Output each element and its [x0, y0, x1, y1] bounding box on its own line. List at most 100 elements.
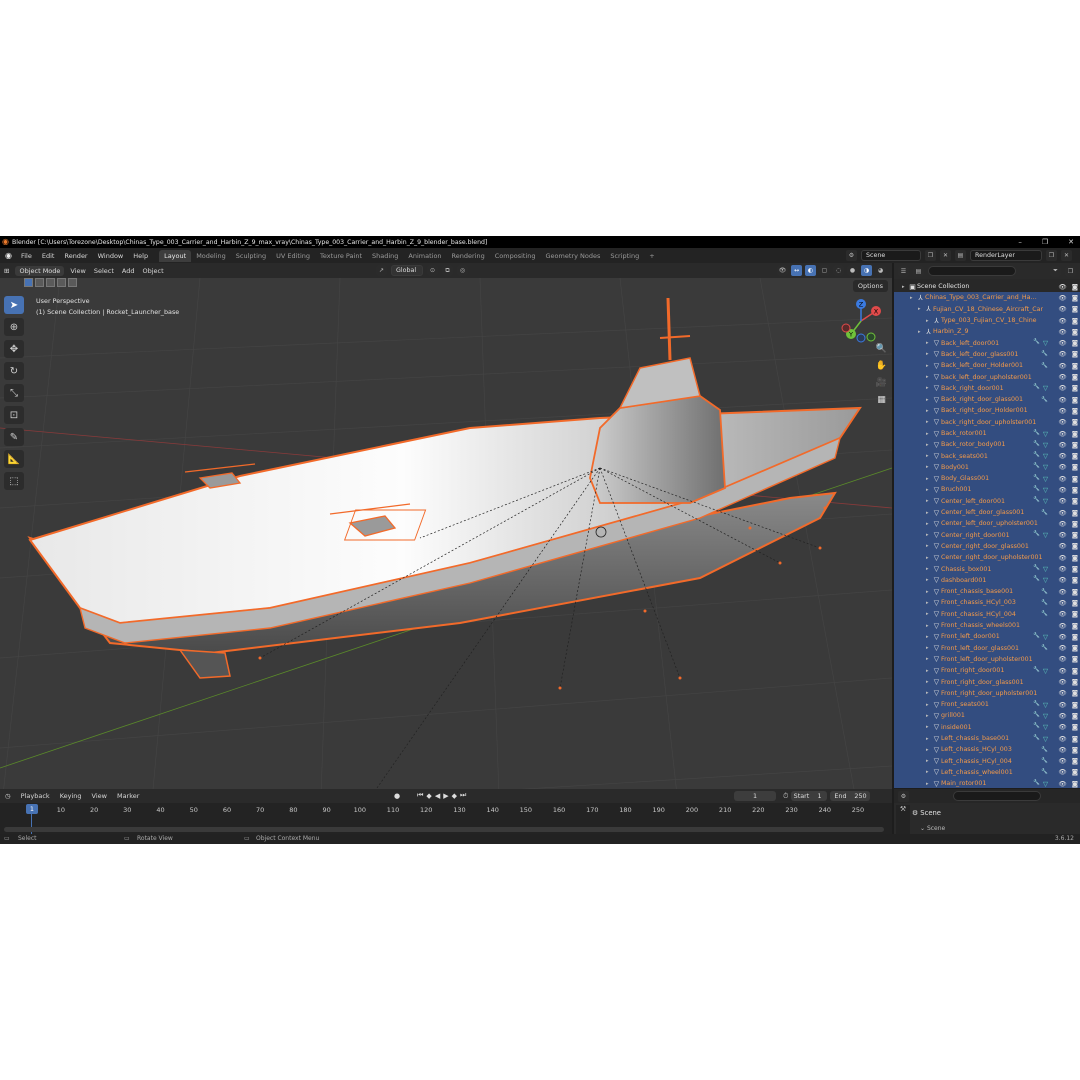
eye-icon[interactable]: 👁 — [1058, 350, 1066, 358]
render-camera-icon[interactable]: ◙ — [1072, 384, 1078, 392]
menu-keying[interactable]: Keying — [55, 792, 87, 800]
render-camera-icon[interactable]: ◙ — [1072, 328, 1078, 336]
render-camera-icon[interactable]: ◙ — [1072, 599, 1078, 607]
render-camera-icon[interactable]: ◙ — [1072, 475, 1078, 483]
menu-render[interactable]: Render — [59, 252, 92, 260]
overlays-icon[interactable]: ◐ — [805, 265, 816, 276]
rotate-tool-icon[interactable]: ↻ — [4, 362, 24, 380]
render-camera-icon[interactable]: ◙ — [1072, 463, 1078, 471]
mesh-data-icon[interactable]: ▽ — [1043, 497, 1048, 505]
mesh-data-icon[interactable]: ▽ — [1043, 463, 1048, 471]
outliner-row[interactable]: ▸ ▽ Front_right_door_upholster001 👁 ◙ — [894, 687, 1080, 699]
outliner-row[interactable]: ▸ ▽ Center_right_door001 🔧 ▽ 👁 ◙ — [894, 529, 1080, 541]
outliner-row[interactable]: ▸ ▽ Main_rotor001 🔧 ▽ 👁 ◙ — [894, 778, 1080, 788]
render-camera-icon[interactable]: ◙ — [1072, 305, 1078, 313]
eye-icon[interactable]: 👁 — [1058, 599, 1066, 607]
modifier-wrench-icon[interactable]: 🔧 — [1033, 463, 1040, 471]
modifier-wrench-icon[interactable]: 🔧 — [1033, 497, 1040, 505]
modifier-wrench-icon[interactable]: 🔧 — [1033, 633, 1040, 641]
jump-end-icon[interactable]: ⏭ — [460, 791, 466, 800]
eye-icon[interactable]: 👁 — [1058, 418, 1066, 426]
modifier-wrench-icon[interactable]: 🔧 — [1033, 712, 1040, 720]
gizmo-icon[interactable]: ↔ — [791, 265, 802, 276]
new-scene-icon[interactable]: ❐ — [925, 250, 936, 261]
eye-icon[interactable]: 👁 — [1058, 283, 1066, 291]
outliner-row[interactable]: ▸ ▽ back_seats001 🔧 ▽ 👁 ◙ — [894, 450, 1080, 462]
menu-timeline-view[interactable]: View — [87, 792, 112, 800]
timeline-scrollbar[interactable] — [4, 827, 884, 832]
render-camera-icon[interactable]: ◙ — [1072, 418, 1078, 426]
new-collection-icon[interactable]: ❐ — [1065, 265, 1076, 277]
eye-icon[interactable]: 👁 — [1058, 746, 1066, 754]
mesh-data-icon[interactable]: ▽ — [1043, 531, 1048, 539]
minimize-button[interactable]: – — [1018, 238, 1022, 246]
menu-add[interactable]: Add — [118, 267, 139, 275]
eye-icon[interactable]: 👁 — [1058, 486, 1066, 494]
render-camera-icon[interactable]: ◙ — [1072, 294, 1078, 302]
mesh-data-icon[interactable]: ▽ — [1043, 735, 1048, 743]
modifier-wrench-icon[interactable]: 🔧 — [1041, 589, 1048, 595]
modifier-wrench-icon[interactable]: 🔧 — [1033, 486, 1040, 494]
render-camera-icon[interactable]: ◙ — [1072, 317, 1078, 325]
modifier-wrench-icon[interactable]: 🔧 — [1033, 667, 1040, 675]
outliner-row[interactable]: ▸ ▽ Back_rotor_body001 🔧 ▽ 👁 ◙ — [894, 439, 1080, 451]
modifier-wrench-icon[interactable]: 🔧 — [1041, 600, 1048, 606]
render-camera-icon[interactable]: ◙ — [1072, 768, 1078, 776]
play-icon[interactable]: ▶ — [443, 792, 448, 800]
outliner-row[interactable]: ▸ ▽ back_left_door_upholster001 👁 ◙ — [894, 371, 1080, 383]
outliner-row[interactable]: ▸⅄Chinas_Type_003_Carrier_and_Harbin_Z👁◙ — [894, 292, 1080, 304]
perspective-grid-icon[interactable]: ▦ — [875, 393, 888, 406]
modifier-wrench-icon[interactable]: 🔧 — [1041, 510, 1048, 516]
render-camera-icon[interactable]: ◙ — [1072, 678, 1078, 686]
modifier-wrench-icon[interactable]: 🔧 — [1033, 701, 1040, 709]
shading-material-icon[interactable]: ◑ — [861, 265, 872, 276]
render-camera-icon[interactable]: ◙ — [1072, 780, 1078, 788]
eye-icon[interactable]: 👁 — [1058, 542, 1066, 550]
render-camera-icon[interactable]: ◙ — [1072, 531, 1078, 539]
tab-scripting[interactable]: Scripting — [605, 250, 644, 262]
playhead[interactable]: 1 — [26, 804, 38, 814]
eye-icon[interactable]: 👁 — [1058, 712, 1066, 720]
modifier-wrench-icon[interactable]: 🔧 — [1041, 645, 1048, 651]
outliner-row[interactable]: ▸ ▽ back_right_door_upholster001 👁 ◙ — [894, 416, 1080, 428]
outliner-row[interactable]: ▸ ▽ Front_chassis_HCyl_003 🔧 👁 ◙ — [894, 597, 1080, 609]
outliner-search-input[interactable] — [928, 266, 1016, 276]
render-camera-icon[interactable]: ◙ — [1072, 712, 1078, 720]
display-mode-icon[interactable]: ▤ — [913, 265, 924, 277]
eye-icon[interactable]: 👁 — [1058, 373, 1066, 381]
render-camera-icon[interactable]: ◙ — [1072, 554, 1078, 562]
end-frame-field[interactable]: 250 — [850, 791, 871, 801]
render-camera-icon[interactable]: ◙ — [1072, 689, 1078, 697]
modifier-wrench-icon[interactable]: 🔧 — [1033, 339, 1040, 347]
blender-menu-icon[interactable]: ◉ — [5, 251, 12, 260]
render-camera-icon[interactable]: ◙ — [1072, 441, 1078, 449]
close-button[interactable]: ✕ — [1068, 238, 1074, 246]
editor-type-icon[interactable]: ⊞ — [0, 267, 13, 275]
render-camera-icon[interactable]: ◙ — [1072, 362, 1078, 370]
eye-icon[interactable]: 👁 — [1058, 294, 1066, 302]
render-camera-icon[interactable]: ◙ — [1072, 588, 1078, 596]
eye-icon[interactable]: 👁 — [1058, 757, 1066, 765]
mesh-data-icon[interactable]: ▽ — [1043, 430, 1048, 438]
outliner-row[interactable]: ▸ ▽ Bruch001 🔧 ▽ 👁 ◙ — [894, 484, 1080, 496]
outliner-row[interactable]: ▸ ▽ Front_left_door001 🔧 ▽ 👁 ◙ — [894, 631, 1080, 643]
add-workspace-button[interactable]: + — [644, 250, 659, 262]
outliner-row[interactable]: ▸ ⅄ Type_003_Fujian_CV_18_Chine 👁 ◙ — [894, 314, 1080, 327]
render-camera-icon[interactable]: ◙ — [1072, 667, 1078, 675]
render-camera-icon[interactable]: ◙ — [1072, 486, 1078, 494]
outliner-row[interactable]: ▸ ▽ Front_chassis_HCyl_004 🔧 👁 ◙ — [894, 608, 1080, 620]
view-layer-field[interactable]: RenderLayer — [970, 250, 1042, 261]
eye-icon[interactable]: 👁 — [1058, 576, 1066, 584]
select-new-icon[interactable] — [24, 278, 33, 287]
properties-search-input[interactable] — [953, 791, 1041, 801]
menu-object[interactable]: Object — [139, 267, 168, 275]
outliner-row[interactable]: ▸ ▽ Left_chassis_HCyl_004 🔧 👁 ◙ — [894, 755, 1080, 767]
eye-icon[interactable]: 👁 — [1058, 531, 1066, 539]
render-camera-icon[interactable]: ◙ — [1072, 735, 1078, 743]
eye-icon[interactable]: 👁 — [1058, 407, 1066, 415]
modifier-wrench-icon[interactable]: 🔧 — [1041, 363, 1048, 369]
tab-uv-editing[interactable]: UV Editing — [271, 250, 315, 262]
mesh-data-icon[interactable]: ▽ — [1043, 576, 1048, 584]
menu-playback[interactable]: Playback — [16, 792, 55, 800]
outliner-row[interactable]: ▸ ▽ grill001 🔧 ▽ 👁 ◙ — [894, 710, 1080, 722]
